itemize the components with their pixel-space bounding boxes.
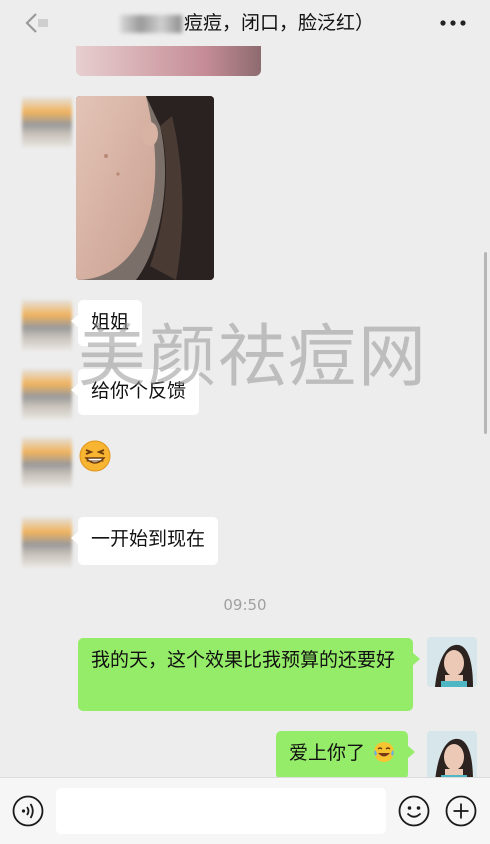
- more-dots-icon[interactable]: [438, 14, 468, 32]
- message-input[interactable]: [56, 788, 386, 834]
- message-text: 爱上你了: [289, 742, 366, 764]
- smiley-icon[interactable]: [398, 795, 430, 827]
- message-bubble-self[interactable]: 我的天，这个效果比我预算的还要好: [78, 638, 420, 711]
- avatar[interactable]: [22, 517, 72, 567]
- tears-of-joy-emoji-icon: [373, 741, 395, 771]
- scrollbar[interactable]: [484, 252, 487, 434]
- timestamp: 09:50: [223, 596, 267, 614]
- message-bubble[interactable]: 姐姐: [70, 300, 143, 346]
- grin-squint-emoji-icon[interactable]: [79, 440, 111, 472]
- message-bubble[interactable]: 给你个反馈: [70, 369, 200, 415]
- chat-header: 痘痘，闭口，脸泛红）: [0, 0, 490, 46]
- chat-title: 痘痘，闭口，脸泛红）: [120, 10, 400, 36]
- avatar[interactable]: [22, 300, 72, 350]
- plus-icon[interactable]: [445, 795, 477, 827]
- voice-icon[interactable]: [12, 795, 44, 827]
- chat-title-text: 痘痘，闭口，脸泛红）: [184, 12, 375, 34]
- message-bubble[interactable]: 一开始到现在: [70, 517, 219, 565]
- message-text: 一开始到现在: [91, 528, 206, 550]
- title-blurred-part: [120, 14, 182, 33]
- avatar-self[interactable]: [427, 731, 477, 781]
- message-text: 我的天，这个效果比我预算的还要好: [91, 649, 396, 671]
- message-text: 姐姐: [91, 311, 130, 333]
- avatar[interactable]: [22, 369, 72, 419]
- chevron-left-icon[interactable]: [20, 10, 50, 36]
- avatar[interactable]: [22, 437, 72, 487]
- avatar[interactable]: [22, 97, 72, 147]
- message-bubble-self[interactable]: 爱上你了: [276, 731, 416, 779]
- avatar-self[interactable]: [427, 637, 477, 687]
- message-text: 给你个反馈: [91, 380, 187, 402]
- input-bar: [0, 777, 490, 844]
- photo-message[interactable]: [76, 96, 214, 280]
